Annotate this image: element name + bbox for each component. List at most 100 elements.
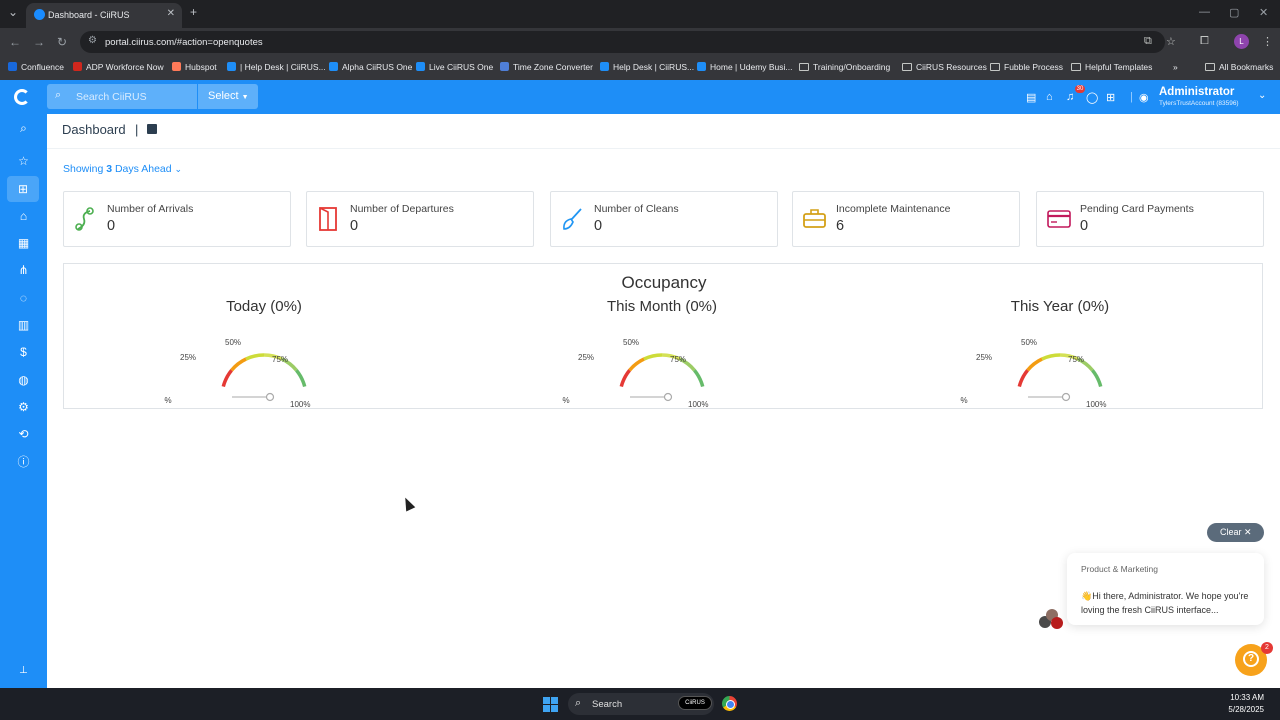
sidebar-dollar-icon[interactable]: $ <box>0 339 47 365</box>
clock-date[interactable]: 5/28/2025 <box>1210 705 1264 714</box>
clock-time[interactable]: 10:33 AM <box>1222 693 1264 702</box>
sidebar-info-icon[interactable]: ⓘ <box>0 449 47 475</box>
bookmark-item[interactable]: Confluence <box>8 62 64 72</box>
gauge-scale-label: 100% <box>688 400 708 409</box>
sidebar-home-icon[interactable]: ⌂ <box>0 203 47 229</box>
apps-grid-icon[interactable]: ⊞ <box>1106 91 1115 104</box>
minimize-icon[interactable]: — <box>1199 6 1210 18</box>
summary-card[interactable]: Number of Departures 0 <box>306 191 534 247</box>
sidebar-star-icon[interactable]: ☆ <box>0 148 47 174</box>
taskbar-ciirus-app[interactable]: CiiRUS <box>678 696 712 710</box>
card-label: Number of Departures <box>350 203 454 215</box>
sidebar-calendar-icon[interactable]: ▦ <box>0 230 47 256</box>
install-app-icon[interactable]: ⧉ <box>1144 35 1152 48</box>
sidebar-pin-icon[interactable]: ⊥ <box>0 658 47 684</box>
chevron-down-icon[interactable]: ⌄ <box>1258 90 1266 101</box>
bookmark-item[interactable]: ADP Workforce Now <box>73 62 164 72</box>
save-icon[interactable] <box>147 124 157 134</box>
gauge-scale-label: 25% <box>578 353 594 362</box>
menu-kebab-icon[interactable]: ⋮ <box>1262 35 1273 48</box>
building-icon[interactable]: ▤ <box>1026 91 1036 104</box>
bookmark-star-icon[interactable]: ☆ <box>1166 35 1176 48</box>
ciirus-favicon-icon <box>34 9 45 20</box>
gauge-scale-label: 25% <box>976 353 992 362</box>
gauge-dial: 0% 25% 50% 75% 100% <box>960 338 1106 409</box>
new-tab-icon[interactable]: + <box>190 5 197 19</box>
days-ahead-selector[interactable]: Showing 3 Days Ahead ⌄ <box>63 163 182 175</box>
tab-search-icon[interactable]: ⌄ <box>8 5 18 19</box>
bookmark-item[interactable]: Hubspot <box>172 62 217 72</box>
ciirus-logo-icon[interactable] <box>14 89 30 105</box>
sidebar-globe-icon[interactable]: ◍ <box>0 367 47 393</box>
bookmark-favicon-icon <box>172 62 181 71</box>
bookmark-item[interactable]: Helpful Templates <box>1071 62 1152 72</box>
reload-icon[interactable]: ↻ <box>57 35 67 49</box>
bookmark-label: ADP Workforce Now <box>86 62 164 72</box>
bookmark-item[interactable]: Live CiiRUS One <box>416 62 493 72</box>
bookmark-item[interactable]: Help Desk | CiiRUS... <box>600 62 694 72</box>
sidebar-dashboard-icon[interactable]: ⊞ <box>7 176 39 202</box>
bookmark-item[interactable]: Time Zone Converter <box>500 62 593 72</box>
site-info-icon[interactable]: ⚙ <box>88 35 97 46</box>
windows-start-icon[interactable] <box>543 697 558 712</box>
gauge-scale-label: 75% <box>670 355 686 364</box>
browser-tab[interactable]: Dashboard - CiiRUS ✕ <box>26 3 182 28</box>
sidebar-share-icon[interactable]: ⋔ <box>0 257 47 283</box>
showing-suffix: Days Ahead <box>114 163 172 175</box>
close-window-icon[interactable]: ✕ <box>1259 6 1268 19</box>
showing-prefix: Showing <box>63 163 104 175</box>
more-bookmarks-icon[interactable]: » <box>1173 62 1178 72</box>
chat-team: Product & Marketing <box>1081 564 1159 574</box>
bookmark-favicon-icon <box>227 62 236 71</box>
bookmark-item[interactable]: Training/Onboarding <box>799 62 890 72</box>
bookmark-label: Helpful Templates <box>1085 62 1153 72</box>
bookmark-favicon-icon <box>416 62 425 71</box>
select-dropdown[interactable]: Select ▼ <box>198 84 258 109</box>
close-tab-icon[interactable]: ✕ <box>167 8 175 19</box>
sidebar-building-icon[interactable]: ▥ <box>0 312 47 338</box>
user-name[interactable]: Administrator <box>1159 86 1234 98</box>
sidebar-chat-icon[interactable]: ◌ <box>0 285 47 311</box>
card-value: 0 <box>594 218 603 234</box>
chat-message: 👋Hi there, Administrator. We hope you're… <box>1081 591 1249 615</box>
select-label: Select <box>208 90 239 102</box>
search-input[interactable]: ⌕ Search CiiRUS <box>47 84 197 109</box>
bell-icon[interactable]: ♫ <box>1066 91 1074 103</box>
gauge-scale-label: 25% <box>180 353 196 362</box>
bookmark-item[interactable]: CiiRUS Resources <box>902 62 987 72</box>
summary-card[interactable]: Number of Cleans 0 <box>550 191 778 247</box>
address-bar[interactable]: ⚙ portal.ciirus.com/#action=openquotes <box>80 31 1165 53</box>
summary-card[interactable]: Incomplete Maintenance 6 <box>792 191 1020 247</box>
all-bookmarks[interactable]: All Bookmarks <box>1205 62 1273 72</box>
user-icon[interactable]: ◉ <box>1139 91 1149 104</box>
back-icon[interactable]: ← <box>9 35 21 49</box>
home-icon[interactable]: ⌂ <box>1046 91 1053 103</box>
summary-card[interactable]: Pending Card Payments 0 <box>1036 191 1264 247</box>
bookmark-item[interactable]: Fubble Process <box>990 62 1063 72</box>
summary-card[interactable]: Number of Arrivals 0 <box>63 191 291 247</box>
bookmark-item[interactable]: Home | Udemy Busi... <box>697 62 793 72</box>
clear-chat-button[interactable]: Clear ✕ <box>1207 523 1264 542</box>
help-icon: ? <box>1243 651 1259 667</box>
chat-message-card[interactable]: Product & Marketing 👋Hi there, Administr… <box>1067 553 1264 625</box>
card-label: Number of Arrivals <box>107 203 194 215</box>
gauge-hub <box>265 392 275 402</box>
bookmark-item[interactable]: | Help Desk | CiiRUS... <box>227 62 326 72</box>
cleans-icon <box>563 208 582 230</box>
bookmark-favicon-icon <box>73 62 82 71</box>
notification-badge: 30 <box>1075 85 1085 93</box>
chat-icon[interactable]: ◯ <box>1086 91 1098 104</box>
sidebar-integration-icon[interactable]: ⟲ <box>0 421 47 447</box>
occupancy-gauge: Today (0%) 0% 25% 50% 75% 100% <box>164 298 364 409</box>
profile-avatar[interactable]: L <box>1234 34 1249 49</box>
occupancy-title: Occupancy <box>621 273 707 292</box>
maximize-icon[interactable]: ▢ <box>1229 6 1239 19</box>
page-title: Dashboard <box>62 122 126 137</box>
chrome-icon[interactable] <box>722 696 737 711</box>
forward-icon[interactable]: → <box>33 35 45 49</box>
sidebar-search-icon[interactable]: ⌕ <box>0 115 47 141</box>
team-avatars-icon <box>1039 609 1063 629</box>
bookmark-item[interactable]: Alpha CiiRUS One <box>329 62 412 72</box>
sidebar-gear-icon[interactable]: ⚙ <box>0 394 47 420</box>
extensions-icon[interactable]: ⧠ <box>1200 35 1209 48</box>
